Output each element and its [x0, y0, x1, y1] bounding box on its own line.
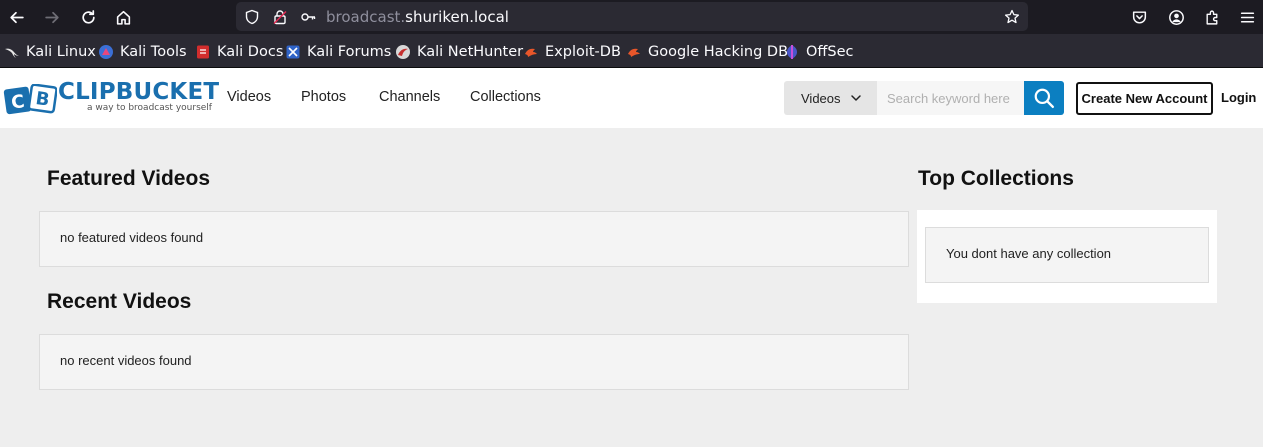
bookmark-label: Kali NetHunter: [417, 43, 524, 60]
recent-videos-panel: no recent videos found: [39, 334, 909, 390]
pocket-icon: [1132, 10, 1146, 24]
offsec-icon: [787, 44, 797, 59]
puzzle-icon: [1205, 10, 1217, 25]
clipbucket-logo[interactable]: C B CLIPBUCKET a way to broadcast yourse…: [3, 79, 219, 117]
reload-icon: [81, 9, 95, 24]
collections-empty-message: You dont have any collection: [946, 246, 1112, 261]
url-bar[interactable]: broadcast.shuriken.local: [236, 2, 1028, 31]
featured-videos-title: Featured Videos: [47, 167, 210, 190]
nav-photos[interactable]: Photos: [301, 89, 346, 105]
chevron-down-icon: [850, 95, 861, 101]
bookmark-kali-linux[interactable]: Kali Linux: [4, 42, 96, 61]
collections-empty-box: You dont have any collection: [925, 227, 1209, 283]
logo-tagline: a way to broadcast yourself: [87, 103, 212, 113]
url-host: shuriken.local: [405, 8, 509, 26]
bookmark-offsec[interactable]: OffSec: [784, 42, 854, 61]
ghdb-icon: [628, 48, 640, 57]
back-arrow-icon: [9, 11, 24, 23]
site-header: C B CLIPBUCKET a way to broadcast yourse…: [0, 68, 1263, 128]
reload-button[interactable]: [74, 3, 102, 31]
bookmark-label: Google Hacking DB: [648, 43, 789, 60]
kali-dragon-icon: [5, 48, 19, 58]
lock-icon[interactable]: [270, 7, 289, 26]
menu-button[interactable]: [1233, 3, 1261, 31]
kali-docs-icon: [197, 45, 209, 58]
account-button[interactable]: [1162, 3, 1190, 31]
hamburger-menu-icon: [1240, 11, 1254, 23]
extensions-button[interactable]: [1198, 3, 1226, 31]
account-icon: [1168, 9, 1184, 25]
exploit-db-icon: [525, 48, 537, 57]
search-icon: [1034, 88, 1055, 109]
featured-videos-panel: no featured videos found: [39, 211, 909, 267]
home-button[interactable]: [109, 3, 137, 31]
nav-videos[interactable]: Videos: [227, 89, 271, 105]
nethunter-icon: [396, 44, 410, 59]
login-link[interactable]: Login: [1221, 90, 1256, 105]
create-account-button[interactable]: Create New Account: [1076, 82, 1213, 115]
top-collections-title: Top Collections: [918, 167, 1074, 190]
url-text[interactable]: broadcast.shuriken.local: [326, 8, 509, 26]
top-collections-panel: You dont have any collection: [917, 210, 1217, 303]
bookmark-google-hacking-db[interactable]: Google Hacking DB: [626, 42, 788, 61]
nav-channels[interactable]: Channels: [379, 89, 440, 105]
bookmarks-bar: Kali Linux Kali Tools Kali Docs Kali For…: [0, 34, 1263, 68]
bookmark-label: Kali Docs: [217, 43, 284, 60]
search-button[interactable]: [1024, 81, 1064, 115]
shield-icon[interactable]: [242, 7, 261, 26]
key-icon[interactable]: [298, 7, 317, 26]
forward-arrow-icon: [44, 11, 59, 23]
home-icon: [116, 10, 130, 25]
bookmark-exploit-db[interactable]: Exploit-DB: [523, 42, 621, 61]
search-bar: Videos: [784, 81, 1064, 115]
bookmark-kali-tools[interactable]: Kali Tools: [98, 42, 187, 61]
svg-text:B: B: [34, 88, 51, 111]
url-subdomain: broadcast.: [326, 8, 406, 26]
back-button[interactable]: [2, 3, 30, 31]
bookmark-label: Kali Linux: [26, 43, 96, 60]
bookmark-kali-nethunter[interactable]: Kali NetHunter: [395, 42, 523, 61]
bookmark-label: Exploit-DB: [545, 43, 621, 60]
bookmark-label: Kali Tools: [120, 43, 187, 60]
featured-empty-message: no featured videos found: [60, 230, 204, 245]
bookmark-label: Kali Forums: [307, 43, 392, 60]
kali-forums-icon: [286, 45, 300, 58]
search-type-label: Videos: [801, 90, 841, 106]
bookmark-star-icon[interactable]: [1002, 7, 1021, 26]
nav-collections[interactable]: Collections: [470, 89, 541, 105]
pocket-button[interactable]: [1125, 3, 1153, 31]
bookmark-kali-docs[interactable]: Kali Docs: [195, 42, 283, 61]
kali-tools-icon: [99, 44, 113, 59]
forward-button[interactable]: [38, 3, 66, 31]
recent-empty-message: no recent videos found: [60, 353, 192, 368]
recent-videos-title: Recent Videos: [47, 290, 192, 313]
bookmark-label: OffSec: [806, 43, 854, 60]
search-type-dropdown[interactable]: Videos: [784, 81, 877, 115]
logo-wordmark: CLIPBUCKET: [58, 79, 220, 105]
search-input[interactable]: [877, 81, 1024, 115]
bookmark-kali-forums[interactable]: Kali Forums: [285, 42, 391, 61]
browser-toolbar: broadcast.shuriken.local: [0, 0, 1263, 34]
cb-logo-icon: C B: [3, 84, 57, 115]
